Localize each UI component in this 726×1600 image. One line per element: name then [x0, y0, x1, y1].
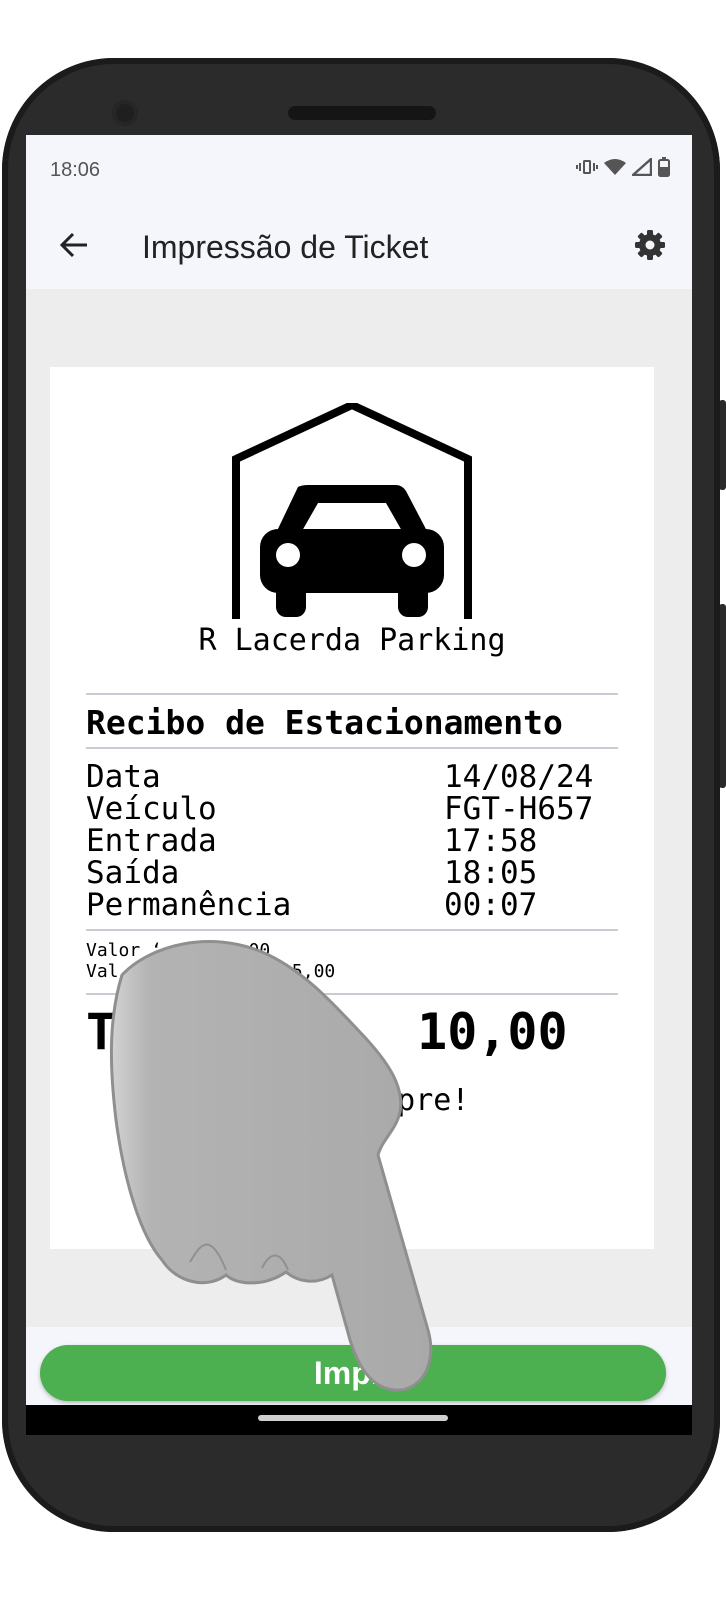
divider [86, 929, 618, 931]
receipt-preview: R Lacerda Parking Recibo de Estacionamen… [50, 367, 654, 1249]
row-label: Veículo [86, 791, 217, 827]
home-indicator[interactable] [258, 1415, 448, 1421]
content-area: R Lacerda Parking Recibo de Estacionamen… [26, 289, 692, 1327]
screen: 18:06 Impressão de Ticket R Lacerda Park… [26, 135, 692, 1435]
receipt-row-duration: Permanência 00:07 [86, 889, 618, 921]
earpiece-speaker [288, 106, 436, 120]
signal-icon [629, 156, 653, 182]
settings-button[interactable] [630, 227, 670, 267]
divider [86, 993, 618, 995]
status-time: 18:06 [50, 159, 101, 181]
back-button[interactable] [54, 227, 94, 267]
row-value: 14/08/24 [444, 759, 594, 795]
row-label: Permanência [86, 887, 292, 923]
row-value: 00:07 [444, 887, 538, 923]
battery-icon [658, 157, 670, 183]
phone-frame: 18:06 Impressão de Ticket R Lacerda Park… [2, 58, 720, 1532]
total-amount: T $: 10,00 [86, 1003, 568, 1061]
receipt-rows: Data 14/08/24 Veículo FGT-H657 Entrada 1… [86, 761, 618, 921]
vibrate-icon [576, 158, 598, 182]
wifi-icon [604, 158, 626, 182]
receipt-row-entry: Entrada 17:58 [86, 825, 618, 857]
arrow-left-icon [59, 232, 89, 263]
row-value: FGT-H657 [444, 791, 594, 827]
status-icons [576, 156, 670, 183]
row-label: Saída [86, 855, 180, 891]
fee-line-base: Valor ‘ $10,00 [86, 940, 271, 961]
status-bar: 18:06 [26, 135, 692, 207]
thanks-message: mpre! [234, 1083, 470, 1118]
fee-lines: Valor ‘ $10,00 Val cional: R$5,00 [86, 940, 335, 982]
receipt-title: Recibo de Estacionamento [86, 703, 563, 742]
company-name: R Lacerda Parking [198, 623, 506, 658]
receipt-row-vehicle: Veículo FGT-H657 [86, 793, 618, 825]
row-label: Entrada [86, 823, 217, 859]
garage-car-icon [232, 400, 472, 621]
receipt-row-date: Data 14/08/24 [86, 761, 618, 793]
print-button[interactable]: Impri [40, 1345, 666, 1401]
front-camera [112, 100, 138, 126]
fee-line-additional: Val cional: R$5,00 [86, 961, 336, 982]
side-button-upper [719, 400, 726, 490]
divider [86, 747, 618, 749]
row-value: 18:05 [444, 855, 538, 891]
side-button-lower [719, 604, 726, 788]
app-bar: Impressão de Ticket [26, 207, 692, 289]
row-label: Data [86, 759, 161, 795]
page-title: Impressão de Ticket [142, 229, 429, 265]
divider [86, 693, 618, 695]
row-value: 17:58 [444, 823, 538, 859]
receipt-row-exit: Saída 18:05 [86, 857, 618, 889]
gear-icon [634, 229, 666, 266]
